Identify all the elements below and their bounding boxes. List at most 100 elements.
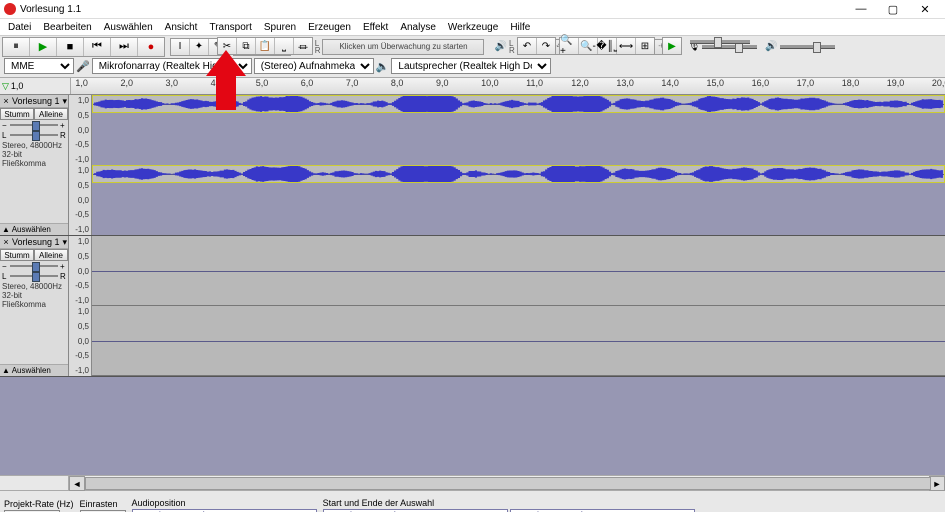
skip-end-button[interactable]: ⏭ (111, 38, 138, 56)
amplitude-scale: 1,00,50,0-0,5-1,0 (69, 95, 92, 165)
play-at-speed-button[interactable]: ▶ (663, 38, 681, 54)
horizontal-scrollbar[interactable]: ◄ ► (0, 475, 945, 490)
amplitude-scale: 1,00,50,0-0,5-1,0 (69, 165, 92, 235)
output-device-select[interactable]: Lautsprecher (Realtek High Defi (391, 58, 551, 74)
maximize-button[interactable]: ▢ (877, 1, 909, 17)
track-close-button[interactable]: × (1, 96, 11, 106)
track-control-panel: ×Vorlesung 1▾ StummAlleine −+ LR Stereo,… (0, 236, 69, 376)
silence-button[interactable]: ⏛ (294, 38, 312, 54)
ruler-tick: 6,0 (301, 78, 314, 88)
record-meter[interactable]: 🎙 LR Klicken um Überwachung zu starten (300, 39, 484, 55)
paste-button[interactable]: 📋 (256, 38, 275, 54)
playback-speed-slider[interactable] (690, 40, 750, 44)
track-select-button[interactable]: ▲ Auswählen (0, 223, 68, 235)
menu-transport[interactable]: Transport (203, 21, 257, 34)
mute-button[interactable]: Stumm (0, 249, 34, 261)
record-button[interactable]: ● (138, 38, 164, 56)
zoom-group: 🔍+ 🔍- �║⎵ ⟷ ⊞ (559, 37, 655, 55)
minimize-button[interactable]: — (845, 1, 877, 17)
track-info: Stereo, 48000Hz32-bit Fließkomma (0, 281, 68, 310)
cut-button[interactable]: ✂ (218, 38, 237, 54)
speaker-icon: 🔊 (494, 41, 506, 52)
trim-button[interactable]: ⎵ (275, 38, 294, 54)
track-select-button[interactable]: ▲ Auswählen (0, 364, 68, 376)
amplitude-scale: 1,00,50,0-0,5-1,0 (69, 236, 92, 306)
pause-button[interactable]: ⏸ (3, 38, 30, 56)
speaker-icon: 🔊 (765, 41, 777, 52)
play-volume-slider[interactable]: 🔊 (765, 41, 834, 52)
waveform[interactable] (92, 236, 945, 306)
waveform[interactable] (92, 306, 945, 376)
menu-erzeugen[interactable]: Erzeugen (302, 21, 357, 34)
timeline-ruler[interactable]: ▽1,0 1,02,03,04,05,06,07,08,09,010,011,0… (0, 78, 945, 95)
ruler-tick: 11,0 (526, 78, 543, 88)
scroll-right-button[interactable]: ► (929, 476, 945, 491)
window-title: Vorlesung 1.1 (20, 4, 845, 15)
zoom-in-button[interactable]: 🔍+ (560, 38, 579, 54)
selection-bar: Projekt-Rate (Hz) 48000 Einrasten Aus Au… (0, 490, 945, 512)
app-icon (4, 3, 16, 15)
skip-start-button[interactable]: ⏮ (84, 38, 111, 56)
play-button[interactable]: ▶ (30, 38, 57, 56)
track-name[interactable]: Vorlesung 1 (12, 237, 61, 247)
ruler-tick: 2,0 (120, 78, 133, 88)
audio-host-select[interactable]: MME (4, 58, 74, 74)
meter-lr-label: LR (509, 40, 515, 54)
copy-button[interactable]: ⧉ (237, 38, 256, 54)
ruler-tick: 3,0 (166, 78, 179, 88)
toolbar: ⏸ ▶ ■ ⏮ ⏭ ● I ✦ ✎ 🔍 ↔ ✳ 🎙 LR Klicken um … (0, 36, 945, 78)
menu-auswaehlen[interactable]: Auswählen (98, 21, 159, 34)
track: ×Vorlesung 1▾ StummAlleine −+ LR Stereo,… (0, 236, 945, 377)
menu-analyse[interactable]: Analyse (394, 21, 442, 34)
solo-button[interactable]: Alleine (34, 249, 68, 261)
undo-button[interactable]: ↶ (518, 38, 537, 54)
redo-button[interactable]: ↷ (537, 38, 555, 54)
snap-label: Einrasten (80, 499, 126, 509)
meter-lr-label: LR (315, 40, 321, 54)
mic-icon: 🎤 (76, 60, 90, 73)
mute-button[interactable]: Stumm (0, 108, 34, 120)
ruler-tick: 15,0 (706, 78, 724, 88)
fit-project-button[interactable]: ⟷ (617, 38, 636, 54)
menu-effekt[interactable]: Effekt (357, 21, 394, 34)
selection-range-label: Start und Ende der Auswahl (323, 498, 695, 508)
ruler-tick: 18,0 (842, 78, 860, 88)
undo-group: ↶ ↷ (517, 37, 556, 55)
ruler-tick: 17,0 (797, 78, 815, 88)
track-control-panel: ×Vorlesung 1▾ StummAlleine −+ LR Stereo,… (0, 95, 69, 235)
selection-tool[interactable]: I (171, 39, 190, 55)
input-channels-select[interactable]: (Stereo) Aufnahmekanäl (254, 58, 374, 74)
menu-bearbeiten[interactable]: Bearbeiten (37, 21, 97, 34)
ruler-tick: 1,0 (75, 78, 88, 88)
zoom-out-button[interactable]: 🔍- (579, 38, 598, 54)
menu-datei[interactable]: Datei (2, 21, 37, 34)
record-meter-text: Klicken um Überwachung zu starten (323, 40, 483, 54)
solo-button[interactable]: Alleine (34, 108, 68, 120)
track-close-button[interactable]: × (1, 237, 11, 247)
envelope-tool[interactable]: ✦ (190, 39, 209, 55)
track-menu-button[interactable]: ▾ (62, 237, 67, 248)
stop-button[interactable]: ■ (57, 38, 84, 56)
edit-group: ✂ ⧉ 📋 ⎵ ⏛ (217, 37, 313, 55)
fit-selection-button[interactable]: �║⎵ (598, 38, 617, 54)
scroll-left-button[interactable]: ◄ (69, 476, 85, 491)
speaker-icon: 🔈 (376, 60, 390, 73)
ruler-tick: 13,0 (616, 78, 634, 88)
menu-werkzeuge[interactable]: Werkzeuge (442, 21, 504, 34)
zoom-toggle-button[interactable]: ⊞ (636, 38, 654, 54)
input-device-select[interactable]: Mikrofonarray (Realtek High Def (92, 58, 252, 74)
menu-spuren[interactable]: Spuren (258, 21, 302, 34)
close-button[interactable]: ✕ (909, 1, 941, 17)
ruler-start: 1,0 (11, 81, 24, 91)
track-name[interactable]: Vorlesung 1 (12, 96, 61, 106)
menu-hilfe[interactable]: Hilfe (504, 21, 536, 34)
ruler-tick: 10,0 (481, 78, 499, 88)
waveform[interactable] (92, 165, 945, 183)
track-menu-button[interactable]: ▾ (62, 96, 67, 107)
ruler-tick: 7,0 (346, 78, 359, 88)
ruler-tick: 9,0 (436, 78, 449, 88)
track: ×Vorlesung 1▾ StummAlleine −+ LR Stereo,… (0, 95, 945, 236)
ruler-tick: 5,0 (256, 78, 269, 88)
menu-ansicht[interactable]: Ansicht (159, 21, 204, 34)
waveform[interactable] (92, 95, 945, 113)
